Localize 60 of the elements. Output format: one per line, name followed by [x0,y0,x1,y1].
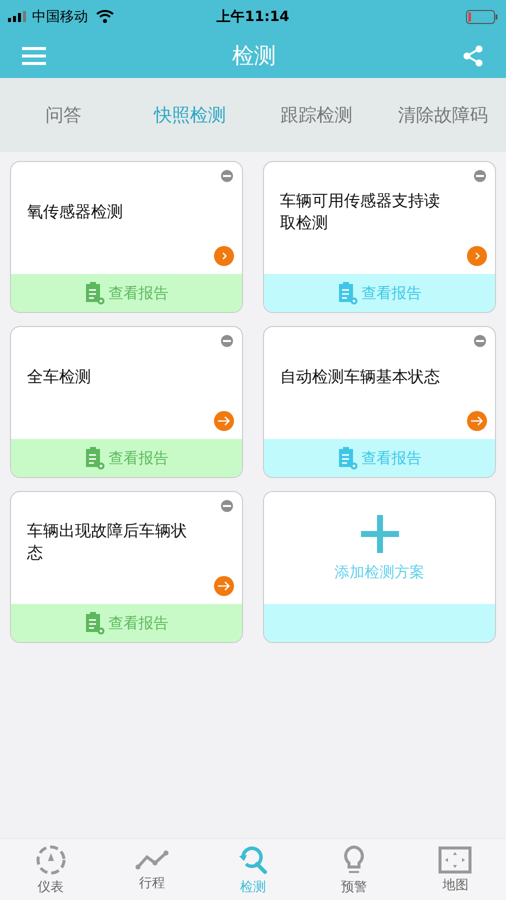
test-card[interactable]: 氧传感器检测 查看报告 [10,161,243,313]
nav-tab[interactable]: 地图 [404,839,506,900]
share-button[interactable] [462,44,484,66]
remove-button[interactable] [221,500,233,512]
line-chart-icon [134,848,169,872]
go-button[interactable] [214,411,234,431]
go-button[interactable] [467,246,487,266]
minus-icon [476,340,484,342]
clipboard-icon [84,611,104,635]
test-card[interactable]: 车辆出现故障后车辆状态 查看报告 [10,491,243,643]
battery-icon [466,10,498,24]
search-icon [237,844,269,876]
remove-button[interactable] [474,170,486,182]
go-button[interactable] [214,576,234,596]
nav-tab[interactable]: 预警 [304,839,405,900]
test-card[interactable]: 车辆可用传感器支持读取检测 查看报告 [263,161,496,313]
test-card[interactable]: 全车检测 查看报告 [10,326,243,478]
card-title: 全车检测 [27,366,91,388]
map-frame-icon [438,846,472,874]
nav-tab[interactable]: 仪表 [0,839,102,900]
card-title: 氧传感器检测 [27,201,123,223]
card-title: 自动检测车辆基本状态 [280,366,440,388]
remove-button[interactable] [221,335,233,347]
tab[interactable]: 问答 [0,103,126,127]
signal-icon [8,11,26,22]
arrow-right-icon [217,416,231,426]
clipboard-icon [84,446,104,470]
remove-button[interactable] [474,335,486,347]
test-card[interactable]: 自动检测车辆基本状态 查看报告 [263,326,496,478]
clipboard-icon [338,446,358,470]
chevron-right-icon [473,251,481,261]
tab[interactable]: 跟踪检测 [253,103,380,127]
minus-icon [223,175,231,177]
arrow-right-icon [217,581,231,591]
view-report-button[interactable]: 查看报告 [11,439,242,477]
page-title: 检测 [232,42,276,70]
card-title: 车辆出现故障后车辆状态 [27,520,188,564]
plus-icon [360,514,398,552]
nav-tab[interactable]: 检测 [202,839,304,900]
compass-icon [34,844,67,876]
clipboard-icon [338,281,358,305]
remove-button[interactable] [221,170,233,182]
view-report-button[interactable]: 查看报告 [11,274,242,312]
carrier-name: 中国移动 [32,8,88,26]
arrow-right-icon [470,416,484,426]
menu-button[interactable] [22,46,46,66]
tab[interactable]: 清除故障码 [380,103,506,127]
minus-icon [223,505,231,507]
card-title: 车辆可用传感器支持读取检测 [280,190,441,234]
tab[interactable]: 快照检测 [126,103,253,127]
go-button[interactable] [467,411,487,431]
nav-tab[interactable]: 行程 [101,839,202,900]
clock-time: 上午11:14 [216,8,290,26]
chevron-right-icon [220,251,228,261]
minus-icon [223,340,231,342]
view-report-button[interactable]: 查看报告 [11,604,242,642]
wifi-icon [96,10,114,23]
minus-icon [476,175,484,177]
go-button[interactable] [214,246,234,266]
clipboard-icon [84,281,104,305]
